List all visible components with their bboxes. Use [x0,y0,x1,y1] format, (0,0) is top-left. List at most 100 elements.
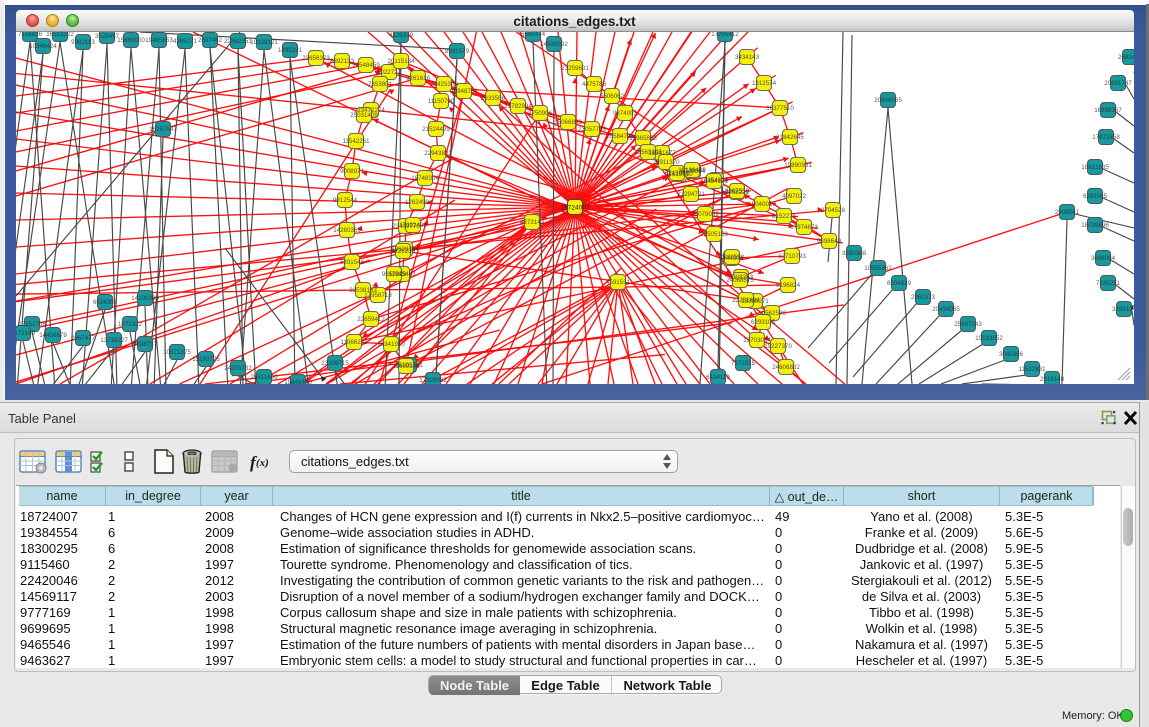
svg-text:1495191: 1495191 [278,47,303,54]
svg-text:25031409: 25031409 [350,112,378,119]
svg-text:11542261: 11542261 [342,138,370,145]
svg-text:11066231: 11066231 [340,339,368,346]
svg-text:14280369: 14280369 [333,227,361,234]
svg-text:21524499: 21524499 [422,126,450,133]
svg-text:24068575: 24068575 [726,277,754,284]
svg-text:4097022: 4097022 [782,193,807,200]
svg-text:25687243: 25687243 [954,321,982,328]
svg-text:5506062: 5506062 [600,93,625,100]
svg-text:2697462: 2697462 [198,37,223,44]
svg-text:19227370: 19227370 [764,343,792,350]
svg-text:18748304: 18748304 [411,175,439,182]
svg-text:6524305: 6524305 [93,299,118,306]
svg-text:9382113: 9382113 [71,39,95,46]
svg-text:21842645: 21842645 [776,134,804,141]
svg-text:8172169: 8172169 [16,330,36,337]
svg-text:17974673: 17974673 [790,224,818,231]
svg-text:9196824: 9196824 [776,282,801,289]
svg-text:6293105: 6293105 [751,319,776,326]
svg-text:17872858: 17872858 [1092,134,1120,141]
svg-text:3280388: 3280388 [842,250,867,257]
svg-text:7235251: 7235251 [1096,280,1121,287]
svg-text:20948752: 20948752 [450,88,478,95]
svg-text:13716227: 13716227 [100,337,128,344]
svg-text:19040017: 19040017 [748,201,776,208]
svg-text:25511690: 25511690 [250,374,278,381]
svg-text:20966065: 20966065 [874,97,902,104]
svg-text:16998367: 16998367 [1094,107,1122,114]
svg-text:16267547: 16267547 [149,126,177,133]
svg-text:8152271: 8152271 [772,213,797,220]
svg-text:10138489: 10138489 [678,167,706,174]
svg-text:10955862: 10955862 [864,265,892,272]
svg-text:23656373: 23656373 [302,55,330,62]
svg-text:7853801: 7853801 [368,81,393,88]
svg-text:19563105: 19563105 [634,149,662,156]
svg-text:15066853: 15066853 [554,119,582,126]
svg-text:3529497: 3529497 [95,33,120,40]
svg-text:3299194: 3299194 [1112,306,1134,313]
svg-text:7156836: 7156836 [18,32,43,38]
svg-text:1262499: 1262499 [405,199,430,206]
svg-text:11609146: 11609146 [392,363,420,370]
svg-text:9857829: 9857829 [382,271,407,278]
svg-text:8067558: 8067558 [725,188,750,195]
svg-text:12710793: 12710793 [778,253,806,260]
svg-text:16523222: 16523222 [46,32,74,38]
svg-text:5022727: 5022727 [377,69,402,76]
svg-text:19965868: 19965868 [629,135,657,142]
svg-text:4475786: 4475786 [582,81,607,88]
svg-text:7371915: 7371915 [731,360,756,367]
svg-text:9008971: 9008971 [340,168,365,175]
svg-text:2967477: 2967477 [71,335,96,342]
svg-text:15193775: 15193775 [192,356,220,363]
svg-text:17958713: 17958713 [364,292,392,299]
svg-text:22882351: 22882351 [224,38,252,45]
svg-text:9874003: 9874003 [613,110,638,117]
svg-text:11150790: 11150790 [428,98,455,105]
svg-text:6194119: 6194119 [706,374,730,381]
svg-text:19193052: 19193052 [975,335,1003,342]
svg-text:10346424: 10346424 [29,43,57,50]
svg-text:2908561: 2908561 [1055,209,1080,216]
svg-text:8931579: 8931579 [445,48,470,55]
svg-text:19648490: 19648490 [284,379,312,384]
svg-text:2704528: 2704528 [821,207,846,214]
svg-text:10454171: 10454171 [700,178,728,185]
svg-text:3750906: 3750906 [528,110,553,117]
svg-text:4285271: 4285271 [173,38,198,45]
svg-text:22659412: 22659412 [357,316,385,323]
svg-text:9912544: 9912544 [333,197,358,204]
svg-text:2333508: 2333508 [481,95,506,102]
svg-text:4129379: 4129379 [389,32,414,39]
svg-text:5391546: 5391546 [340,259,365,266]
svg-text:24373732: 24373732 [224,365,252,372]
svg-text:7831592: 7831592 [720,254,745,261]
svg-text:16377510: 16377510 [766,105,794,112]
svg-text:16341910: 16341910 [377,341,405,348]
svg-text:23208715: 23208715 [321,360,349,367]
svg-text:14456679: 14456679 [39,332,67,339]
svg-text:9898649: 9898649 [817,238,842,245]
svg-text:2682497: 2682497 [1118,54,1134,61]
svg-text:17151708: 17151708 [18,321,46,328]
svg-text:21782994: 21782994 [504,103,532,110]
svg-text:6282565: 6282565 [1083,193,1108,200]
svg-text:4873143: 4873143 [520,219,545,226]
svg-text:10571375: 10571375 [163,349,191,356]
svg-text:9261616: 9261616 [406,75,431,82]
svg-text:17392408: 17392408 [399,222,427,229]
svg-text:14636992: 14636992 [540,41,568,48]
svg-text:21294721: 21294721 [677,191,705,198]
svg-text:1312574: 1312574 [752,80,777,87]
svg-text:20601747: 20601747 [1104,80,1132,87]
svg-text:6580474: 6580474 [521,32,546,38]
svg-text:18724007: 18724007 [560,205,590,212]
svg-text:24606882: 24606882 [772,364,800,371]
svg-text:15869000: 15869000 [117,37,145,44]
svg-text:9898737: 9898737 [133,341,158,348]
svg-text:19139121: 19139121 [250,39,278,46]
svg-text:2962373: 2962373 [911,294,936,301]
svg-text:3434143: 3434143 [735,54,760,61]
svg-text:4591531: 4591531 [606,279,631,286]
